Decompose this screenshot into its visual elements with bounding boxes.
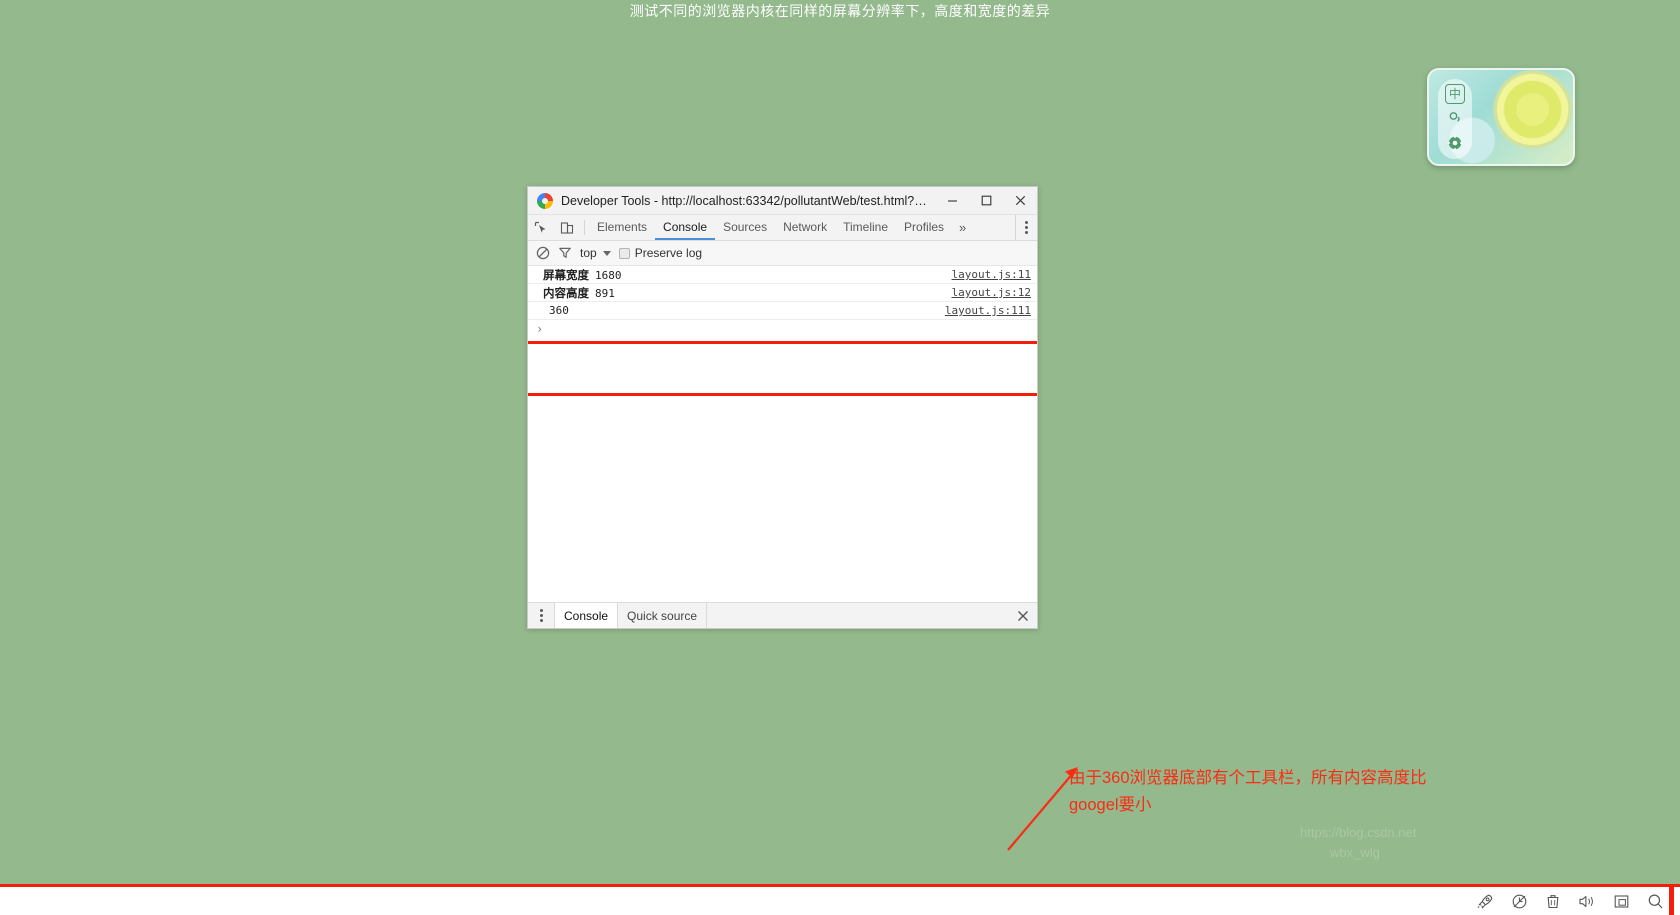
drawer-spacer xyxy=(707,603,1009,628)
chevron-down-icon xyxy=(602,250,611,256)
console-message-value: 1680 xyxy=(595,268,622,282)
rocket-icon[interactable] xyxy=(1477,893,1494,910)
window-title: Developer Tools - http://localhost:63342… xyxy=(561,193,935,208)
kebab-menu-icon[interactable] xyxy=(528,603,554,628)
devtools-drawer[interactable]: Console Quick source xyxy=(528,602,1037,628)
trash-icon[interactable] xyxy=(1545,893,1561,910)
search-icon[interactable] xyxy=(1647,893,1664,910)
console-message-row[interactable]: 360 layout.js:111 xyxy=(528,302,1037,320)
ime-toolbar[interactable]: 中 xyxy=(1438,79,1472,159)
maximize-icon[interactable] xyxy=(969,187,1003,214)
console-message-row[interactable]: 屏幕宽度 1680 layout.js:11 xyxy=(528,266,1037,284)
annotation-text: 由于360浏览器底部有个工具栏，所有内容高度比 googel要小 xyxy=(1069,765,1509,819)
devtools-title-bar[interactable]: Developer Tools - http://localhost:63342… xyxy=(528,187,1037,215)
minimize-icon[interactable] xyxy=(935,187,969,214)
tab-console[interactable]: Console xyxy=(655,215,716,240)
console-message-row[interactable]: 内容高度 891 layout.js:12 xyxy=(528,284,1037,302)
right-red-marker xyxy=(1669,884,1674,915)
red-highlight-box xyxy=(528,341,1037,396)
tab-profiles[interactable]: Profiles xyxy=(896,215,952,240)
shield-icon[interactable] xyxy=(1511,893,1528,910)
console-message-area[interactable]: 屏幕宽度 1680 layout.js:11 内容高度 891 layout.js:… xyxy=(528,266,1037,602)
tab-sources[interactable]: Sources xyxy=(715,215,775,240)
console-filter-toolbar[interactable]: top Preserve log xyxy=(528,241,1037,266)
console-message-text: 屏幕宽度 1680 xyxy=(543,267,952,283)
console-source-link[interactable]: layout.js:11 xyxy=(952,268,1031,281)
ime-floating-panel[interactable]: 中 xyxy=(1427,68,1575,166)
window-icon[interactable] xyxy=(1613,893,1630,910)
execution-context-value: top xyxy=(580,246,597,260)
console-source-link[interactable]: layout.js:12 xyxy=(952,286,1031,299)
browser-bottom-toolbar[interactable] xyxy=(0,887,1680,915)
preserve-log-control[interactable]: Preserve log xyxy=(618,246,703,260)
console-message-value: 360 xyxy=(549,304,569,317)
ime-mode-button[interactable]: 中 xyxy=(1445,83,1465,104)
drawer-tab-console[interactable]: Console xyxy=(554,603,619,628)
filter-icon[interactable] xyxy=(558,246,572,260)
more-tabs-button[interactable]: » xyxy=(952,215,973,240)
tab-elements[interactable]: Elements xyxy=(589,215,655,240)
toggle-device-toolbar-icon[interactable] xyxy=(554,215,580,240)
annotation-line-2: googel要小 xyxy=(1069,796,1152,814)
console-message-value: 891 xyxy=(595,286,615,300)
devtools-window[interactable]: Developer Tools - http://localhost:63342… xyxy=(527,186,1038,629)
close-icon[interactable] xyxy=(1009,603,1037,628)
kebab-menu-icon[interactable] xyxy=(1015,215,1037,240)
console-message-label: 内容高度 xyxy=(543,287,589,300)
gear-icon[interactable] xyxy=(1443,132,1467,154)
console-message-text: 360 xyxy=(543,304,945,317)
chrome-logo-icon xyxy=(537,192,553,209)
preserve-log-label: Preserve log xyxy=(634,246,703,260)
speaker-icon[interactable] xyxy=(1578,893,1596,910)
console-input-prompt[interactable]: › xyxy=(528,320,1037,338)
tab-network[interactable]: Network xyxy=(775,215,835,240)
execution-context-selector[interactable]: top xyxy=(580,246,611,260)
bottom-toolbar-icons[interactable] xyxy=(1477,889,1664,913)
watermark-faint-2: wbx_wlg xyxy=(1330,845,1380,860)
preserve-log-checkbox[interactable] xyxy=(618,247,630,259)
inspect-element-icon[interactable] xyxy=(528,215,554,240)
toolbar-divider xyxy=(584,220,585,235)
clear-console-icon[interactable] xyxy=(536,246,550,260)
annotation-line-1: 由于360浏览器底部有个工具栏，所有内容高度比 xyxy=(1069,769,1427,787)
console-source-link[interactable]: layout.js:111 xyxy=(945,304,1031,317)
devtools-panel-toolbar[interactable]: Elements Console Sources Network Timelin… xyxy=(528,215,1037,241)
close-icon[interactable] xyxy=(1003,187,1037,214)
console-message-label: 屏幕宽度 xyxy=(543,269,589,282)
console-message-text: 内容高度 891 xyxy=(543,285,952,301)
drawer-tab-quick-source[interactable]: Quick source xyxy=(618,603,708,628)
punctuation-icon[interactable] xyxy=(1443,107,1467,129)
page-title: 测试不同的浏览器内核在同样的屏幕分辨率下，高度和宽度的差异 xyxy=(629,3,1051,19)
tab-timeline[interactable]: Timeline xyxy=(835,215,896,240)
watermark-faint-1: https://blog.csdn.net xyxy=(1300,825,1417,840)
